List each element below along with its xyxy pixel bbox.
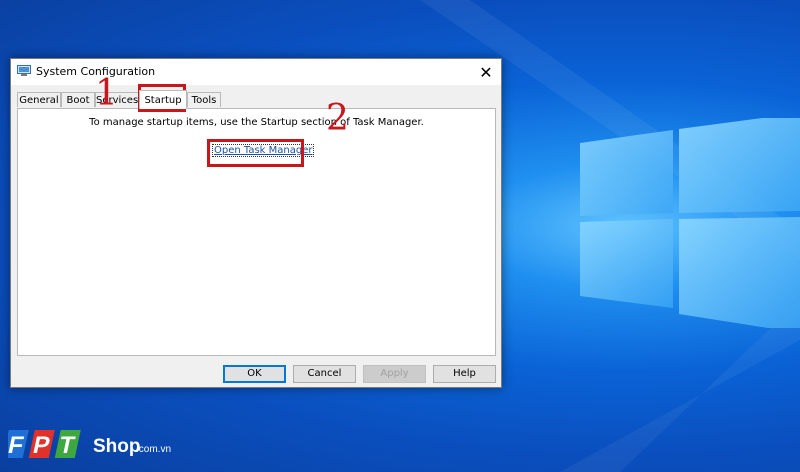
windows-logo bbox=[580, 118, 800, 328]
cancel-button[interactable]: Cancel bbox=[293, 365, 356, 383]
ok-button[interactable]: OK bbox=[223, 365, 286, 383]
step-1-label: 1 bbox=[95, 73, 118, 114]
tab-general[interactable]: General bbox=[17, 92, 61, 107]
close-button[interactable]: ✕ bbox=[473, 59, 499, 85]
tab-boot[interactable]: Boot bbox=[61, 92, 95, 107]
startup-message: To manage startup items, use the Startup… bbox=[89, 117, 424, 128]
shop-domain: .com.vn bbox=[136, 444, 171, 455]
title-bar[interactable]: System Configuration ✕ bbox=[11, 59, 501, 85]
step-2-label: 2 bbox=[326, 98, 349, 139]
help-button[interactable]: Help bbox=[433, 365, 496, 383]
shop-wordmark: Shop bbox=[93, 436, 141, 457]
fpt-shop-logo: F P T Shop .com.vn bbox=[8, 430, 171, 459]
system-configuration-dialog: System Configuration ✕ General Boot Serv… bbox=[10, 58, 502, 388]
tab-startup[interactable]: Startup bbox=[139, 90, 187, 109]
msconfig-icon bbox=[17, 65, 31, 76]
apply-button[interactable]: Apply bbox=[363, 365, 426, 383]
tab-tools[interactable]: Tools bbox=[187, 92, 221, 107]
task-manager-link-highlight bbox=[207, 139, 304, 167]
close-icon: ✕ bbox=[479, 62, 493, 82]
